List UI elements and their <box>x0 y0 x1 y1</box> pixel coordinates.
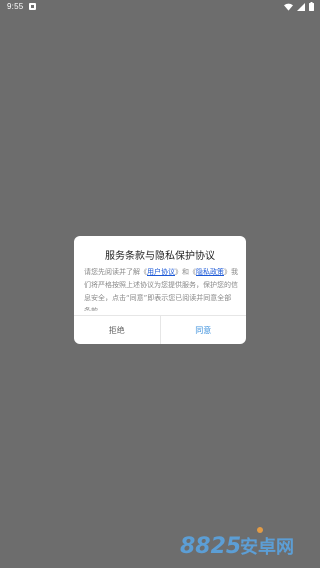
wifi-icon <box>284 3 293 11</box>
watermark-logo: 8825 安卓网 <box>180 527 294 559</box>
privacy-policy-link[interactable]: 隐私政策 <box>196 268 224 276</box>
system-icons <box>284 2 314 11</box>
svg-text:8825: 8825 <box>180 534 241 559</box>
dialog-footer: 拒绝 同意 <box>74 315 246 344</box>
accept-button[interactable]: 同意 <box>161 316 247 344</box>
status-bar: 9:55 <box>0 0 320 14</box>
dialog-body[interactable]: 请您先阅读并了解《用户协议》和《隐私政策》我们将严格按照上述协议为您提供服务，保… <box>84 266 238 311</box>
svg-text:安卓网: 安卓网 <box>240 536 294 558</box>
user-agreement-link[interactable]: 用户协议 <box>147 268 175 276</box>
reject-button[interactable]: 拒绝 <box>74 316 161 344</box>
body-text-2: 》和《 <box>175 268 196 276</box>
app-notification-icon <box>29 3 36 10</box>
battery-icon <box>309 2 314 11</box>
body-text-1: 请您先阅读并了解《 <box>84 268 147 276</box>
status-time: 9:55 <box>7 2 24 11</box>
dialog-title: 服务条款与隐私保护协议 <box>105 251 215 262</box>
terms-privacy-dialog: 服务条款与隐私保护协议 请您先阅读并了解《用户协议》和《隐私政策》我们将严格按照… <box>74 236 246 344</box>
signal-icon <box>297 2 305 11</box>
